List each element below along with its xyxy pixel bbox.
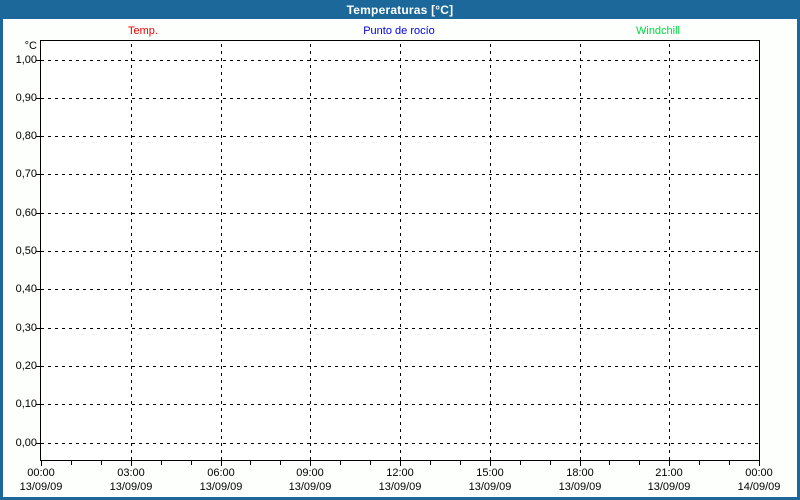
y-tick-label: 0,60: [15, 206, 37, 219]
x-axis-minor-tick: [699, 461, 700, 465]
x-tick-time-label: 00:00: [745, 467, 773, 479]
y-tick-label: 0,20: [15, 359, 37, 372]
x-axis-minor-tick: [430, 461, 431, 465]
x-axis-major-tick: [221, 461, 222, 466]
x-axis-major-tick: [669, 461, 670, 466]
y-axis-unit-label: °C: [24, 40, 37, 52]
x-axis-major-tick: [580, 461, 581, 466]
x-tick-date-label: 13/09/09: [109, 481, 153, 493]
x-gridline: [220, 41, 222, 460]
x-tick-time-label: 00:00: [27, 467, 55, 479]
x-axis-minor-tick: [460, 461, 461, 465]
x-axis-major-tick: [759, 461, 760, 466]
x-axis-minor-tick: [729, 461, 730, 465]
y-tick-label: 0,40: [15, 283, 37, 296]
x-tick-date-label: 13/09/09: [378, 481, 422, 493]
x-tick-time-label: 21:00: [655, 467, 683, 479]
x-tick-date-label: 13/09/09: [199, 481, 243, 493]
y-tick-label: 0,00: [15, 436, 37, 449]
y-tick-label: 0,70: [15, 168, 37, 181]
x-axis-minor-tick: [191, 461, 192, 465]
x-axis-major-tick: [41, 461, 42, 466]
x-tick-date-label: 13/09/09: [468, 481, 512, 493]
x-axis-major-tick: [490, 461, 491, 466]
legend-item-dew-point: Punto de rocío: [363, 25, 435, 37]
x-axis-minor-tick: [639, 461, 640, 465]
x-axis-major-tick: [310, 461, 311, 466]
y-tick-label: 1,00: [15, 53, 37, 66]
y-tick-label: 0,90: [15, 91, 37, 104]
x-tick-date-label: 14/09/09: [737, 481, 781, 493]
x-tick-date-label: 13/09/09: [558, 481, 602, 493]
x-axis-major-tick: [131, 461, 132, 466]
x-axis-minor-tick: [609, 461, 610, 465]
x-axis-minor-tick: [250, 461, 251, 465]
y-tick-label: 0,30: [15, 321, 37, 334]
x-axis-minor-tick: [550, 461, 551, 465]
x-axis-minor-tick: [161, 461, 162, 465]
chart-area: Temp. Punto de rocío Windchill °C 1,00 0,…: [3, 19, 797, 497]
y-tick-label: 0,10: [15, 398, 37, 411]
x-axis-minor-tick: [280, 461, 281, 465]
x-tick-time-label: 12:00: [386, 467, 414, 479]
x-tick-date-label: 13/09/09: [19, 481, 63, 493]
x-axis-minor-tick: [370, 461, 371, 465]
x-gridline: [400, 41, 401, 460]
x-tick-date-label: 13/09/09: [647, 481, 691, 493]
x-gridline: [669, 41, 671, 460]
x-tick-time-label: 18:00: [566, 467, 594, 479]
x-gridline: [489, 41, 491, 460]
x-axis-minor-tick: [71, 461, 72, 465]
x-tick-time-label: 06:00: [207, 467, 235, 479]
legend-item-temp: Temp.: [128, 25, 158, 37]
x-axis-minor-tick: [520, 461, 521, 465]
window-titlebar: Temperaturas [°C]: [3, 0, 797, 19]
chart-window: Temperaturas [°C] Temp. Punto de rocío W…: [0, 0, 800, 500]
x-axis-major-tick: [400, 461, 401, 466]
x-gridline: [310, 41, 312, 460]
plot-area: [40, 40, 760, 461]
x-gridline: [579, 41, 581, 460]
x-tick-time-label: 09:00: [296, 467, 324, 479]
legend-item-windchill: Windchill: [635, 25, 681, 37]
x-axis-minor-tick: [101, 461, 102, 465]
y-tick-label: 0,80: [15, 130, 37, 143]
x-axis-minor-tick: [340, 461, 341, 465]
x-tick-time-label: 15:00: [476, 467, 504, 479]
window-title: Temperaturas [°C]: [346, 2, 454, 17]
y-tick-label: 0,50: [15, 245, 37, 257]
x-tick-date-label: 13/09/09: [288, 481, 332, 493]
x-gridline: [130, 41, 132, 460]
x-tick-time-label: 03:00: [117, 467, 145, 479]
